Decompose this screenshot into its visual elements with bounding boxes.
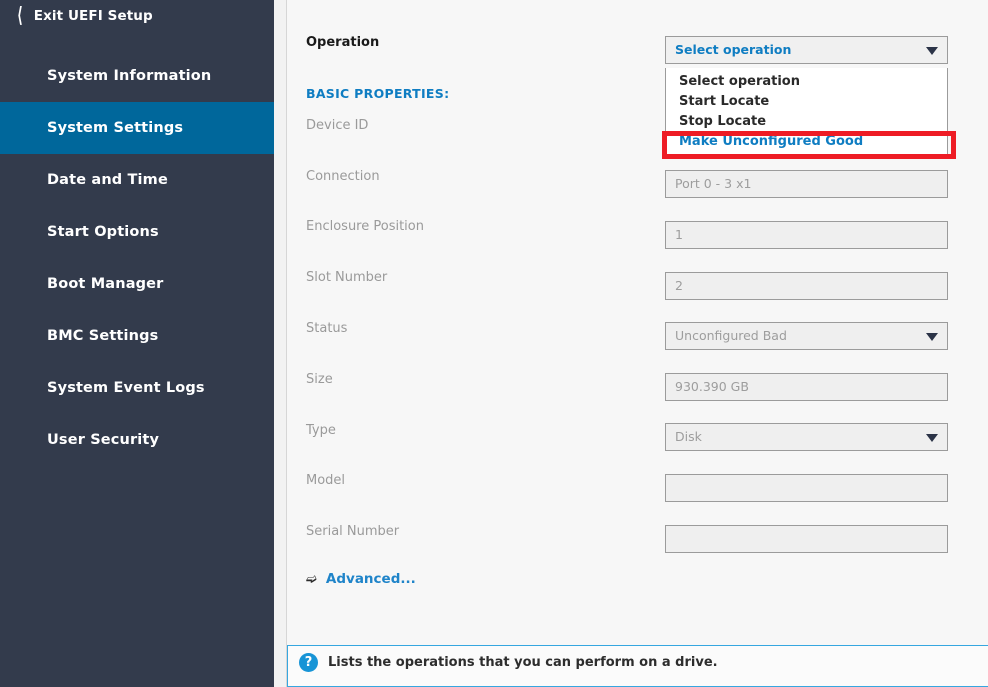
enclosure-position-value: 1 — [675, 227, 683, 242]
operation-dropdown-list[interactable]: Select operation Start Locate Stop Locat… — [665, 68, 948, 156]
sidebar-item-system-settings[interactable]: System Settings — [0, 102, 274, 154]
sidebar-item-boot-manager[interactable]: Boot Manager — [0, 258, 274, 310]
sidebar: ⟨ Exit UEFI Setup System Information Sys… — [0, 0, 274, 687]
sidebar-content-divider — [274, 0, 287, 687]
exit-uefi-setup-label: Exit UEFI Setup — [33, 8, 153, 24]
help-bar: ? Lists the operations that you can perf… — [287, 645, 988, 687]
sidebar-item-label: Start Options — [47, 224, 159, 240]
model-label: Model — [306, 473, 346, 488]
dropdown-option-select-operation[interactable]: Select operation — [666, 72, 947, 92]
size-label: Size — [306, 372, 333, 387]
dropdown-option-start-locate[interactable]: Start Locate — [666, 92, 947, 112]
type-value: Disk — [675, 429, 702, 444]
exit-uefi-setup-button[interactable]: ⟨ Exit UEFI Setup — [0, 0, 274, 32]
sidebar-item-label: System Settings — [47, 120, 184, 136]
arrow-right-icon: ➫ — [306, 571, 317, 587]
slot-number-input[interactable]: 2 — [665, 272, 948, 300]
model-input[interactable] — [665, 474, 948, 502]
dropdown-option-label: Stop Locate — [679, 114, 767, 129]
connection-label: Connection — [306, 169, 380, 184]
slot-number-label: Slot Number — [306, 270, 388, 285]
dropdown-option-label: Start Locate — [679, 94, 770, 109]
sidebar-nav-list: System Information System Settings Date … — [0, 50, 274, 466]
size-value: 930.390 GB — [675, 379, 749, 394]
main-content: Operation Select operation BASIC PROPERT… — [287, 0, 988, 687]
advanced-label: Advanced... — [325, 571, 416, 587]
serial-number-label: Serial Number — [306, 524, 400, 539]
dropdown-option-make-unconfigured-good[interactable]: Make Unconfigured Good — [666, 132, 947, 152]
sidebar-item-date-and-time[interactable]: Date and Time — [0, 154, 274, 206]
operation-select[interactable]: Select operation — [665, 36, 948, 64]
type-select[interactable]: Disk — [665, 423, 948, 451]
question-mark-icon: ? — [299, 653, 318, 672]
enclosure-position-label: Enclosure Position — [306, 219, 424, 234]
sidebar-item-label: System Information — [47, 68, 212, 84]
connection-input[interactable]: Port 0 - 3 x1 — [665, 170, 948, 198]
chevron-left-icon: ⟨ — [16, 2, 23, 28]
serial-number-input[interactable] — [665, 525, 948, 553]
size-input[interactable]: 930.390 GB — [665, 373, 948, 401]
operation-select-value: Select operation — [675, 42, 792, 57]
status-label: Status — [306, 321, 348, 336]
type-label: Type — [306, 423, 336, 438]
uefi-setup-screen: ⟨ Exit UEFI Setup System Information Sys… — [0, 0, 988, 687]
chevron-down-icon — [926, 333, 938, 341]
basic-properties-header: BASIC PROPERTIES: — [306, 86, 450, 101]
dropdown-option-stop-locate[interactable]: Stop Locate — [666, 112, 947, 132]
dropdown-option-label: Make Unconfigured Good — [679, 134, 864, 149]
sidebar-item-user-security[interactable]: User Security — [0, 414, 274, 466]
sidebar-item-label: Boot Manager — [47, 276, 164, 292]
status-value: Unconfigured Bad — [675, 328, 787, 343]
sidebar-item-label: Date and Time — [47, 172, 168, 188]
sidebar-item-start-options[interactable]: Start Options — [0, 206, 274, 258]
help-text: Lists the operations that you can perfor… — [328, 655, 718, 670]
enclosure-position-input[interactable]: 1 — [665, 221, 948, 249]
sidebar-item-label: BMC Settings — [47, 328, 159, 344]
dropdown-option-label: Select operation — [679, 74, 800, 89]
sidebar-item-system-event-logs[interactable]: System Event Logs — [0, 362, 274, 414]
device-id-label: Device ID — [306, 118, 369, 133]
sidebar-item-system-information[interactable]: System Information — [0, 50, 274, 102]
advanced-link[interactable]: ➫ Advanced... — [306, 571, 416, 587]
connection-value: Port 0 - 3 x1 — [675, 176, 752, 191]
operation-label: Operation — [306, 35, 380, 50]
slot-number-value: 2 — [675, 278, 683, 293]
sidebar-item-label: User Security — [47, 432, 160, 448]
chevron-down-icon — [926, 434, 938, 442]
sidebar-item-label: System Event Logs — [47, 380, 205, 396]
chevron-down-icon — [926, 47, 938, 55]
sidebar-item-bmc-settings[interactable]: BMC Settings — [0, 310, 274, 362]
status-select[interactable]: Unconfigured Bad — [665, 322, 948, 350]
